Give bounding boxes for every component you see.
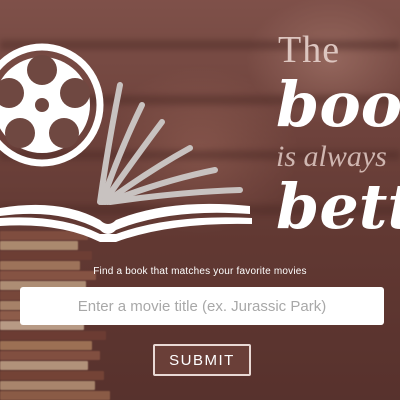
headline-is-always: is always xyxy=(276,140,387,173)
headline-book: book xyxy=(276,68,400,141)
movie-title-input[interactable] xyxy=(20,287,384,325)
tagline: Find a book that matches your favorite m… xyxy=(93,266,307,277)
headline: The book is always better xyxy=(276,20,400,250)
film-reel-book-icon xyxy=(0,43,252,242)
headline-better: better xyxy=(276,170,400,243)
submit-button[interactable]: SUBMIT xyxy=(153,344,251,376)
headline-the: The xyxy=(278,29,341,71)
